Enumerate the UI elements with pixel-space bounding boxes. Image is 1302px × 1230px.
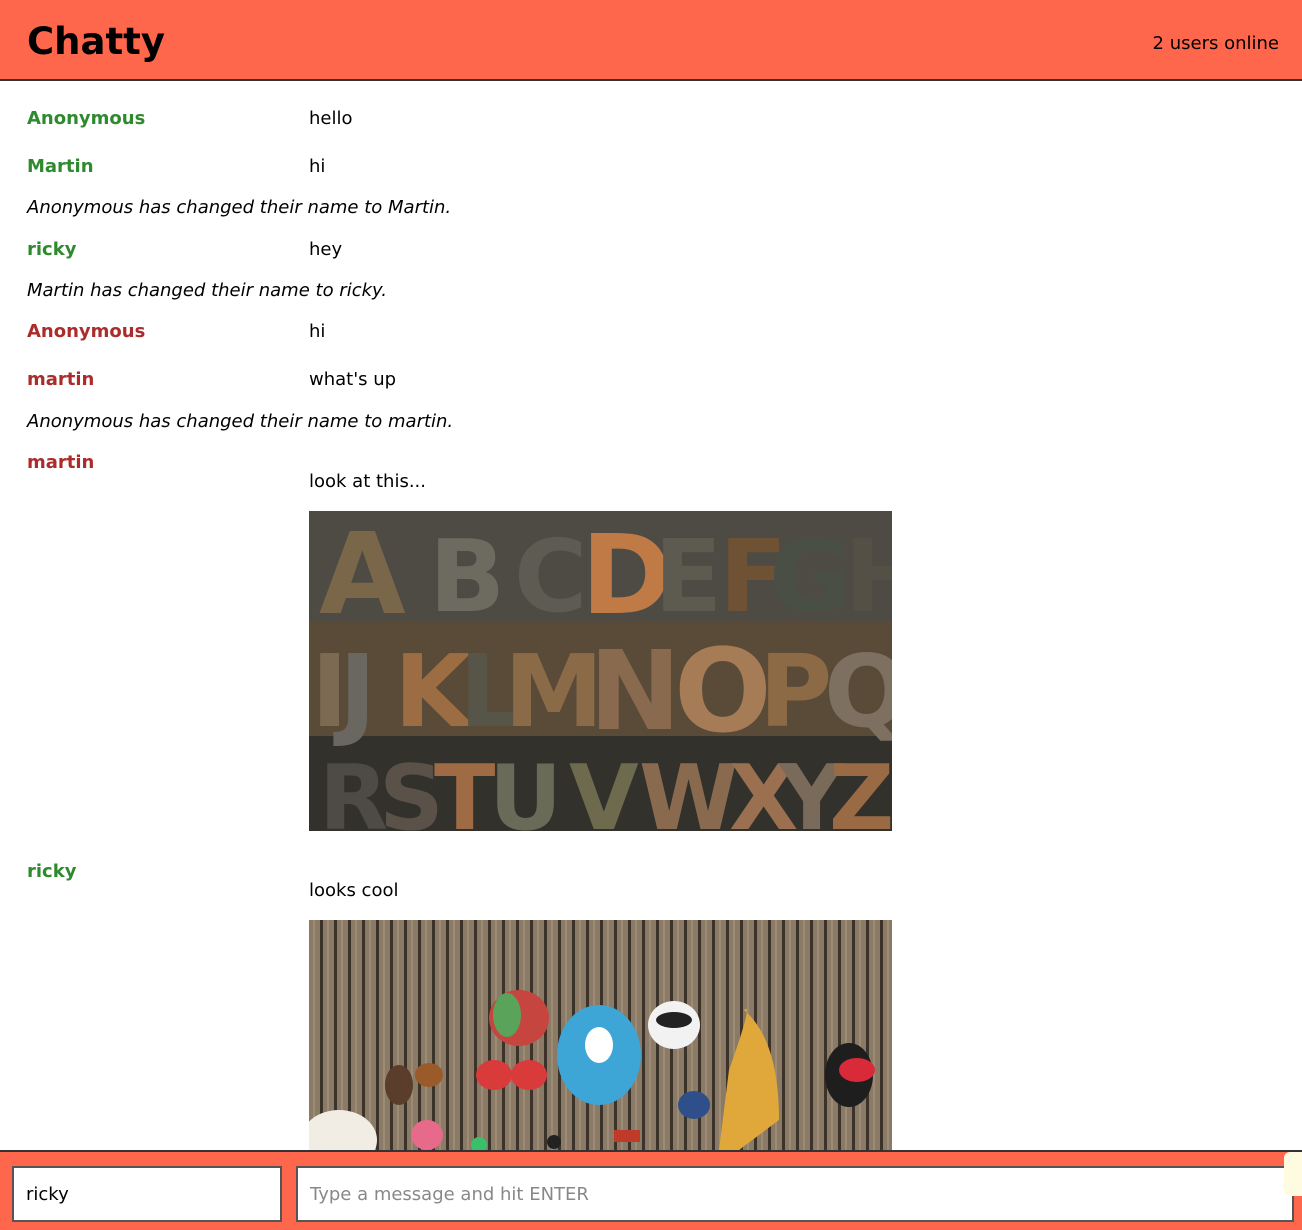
message-content: hey <box>309 239 343 260</box>
message-image-letterpress[interactable]: A B C D E F G H I J K L M N O P Q R S T … <box>309 511 892 831</box>
chat-bar <box>0 1150 1302 1230</box>
svg-text:W: W <box>639 746 738 831</box>
message-username: martin <box>27 369 95 390</box>
svg-text:V: V <box>569 746 639 831</box>
message-content: look at this... <box>309 471 426 492</box>
app-title: Chatty <box>27 20 165 63</box>
username-input[interactable] <box>12 1166 282 1222</box>
svg-text:Z: Z <box>829 746 892 831</box>
toys-on-deck-image <box>309 920 892 1150</box>
system-message: Anonymous has changed their name to mart… <box>27 411 454 432</box>
message-content: hi <box>309 321 326 342</box>
navbar: Chatty 2 users online <box>0 0 1302 81</box>
message-username: martin <box>27 452 95 473</box>
message-content: hi <box>309 156 326 177</box>
message-content: what's up <box>309 369 397 390</box>
svg-text:P: P <box>759 633 832 750</box>
message-image-toys[interactable] <box>309 920 892 1150</box>
system-message: Anonymous has changed their name to Mart… <box>27 197 452 218</box>
svg-text:N: N <box>589 627 681 755</box>
svg-text:O: O <box>674 625 772 759</box>
svg-text:C: C <box>514 518 587 635</box>
message-username: Anonymous <box>27 108 146 129</box>
letterpress-alphabet-image: A B C D E F G H I J K L M N O P Q R S T … <box>309 511 892 831</box>
svg-text:R: R <box>319 746 388 831</box>
message-input[interactable] <box>296 1166 1294 1222</box>
svg-text:Q: Q <box>824 633 892 750</box>
message-username: ricky <box>27 861 77 882</box>
svg-text:J: J <box>333 633 376 750</box>
message-list: Anonymous hello Martin hi Anonymous has … <box>0 81 1302 1150</box>
system-message: Martin has changed their name to ricky. <box>27 280 387 301</box>
svg-text:G: G <box>769 518 851 635</box>
svg-text:T: T <box>434 746 495 831</box>
message-username: Martin <box>27 156 94 177</box>
message-username: ricky <box>27 239 77 260</box>
message-content: looks cool <box>309 880 399 901</box>
message-content: hello <box>309 108 353 129</box>
message-username: Anonymous <box>27 321 146 342</box>
svg-text:H: H <box>844 518 892 635</box>
side-tab-stub[interactable] <box>1284 1152 1302 1196</box>
svg-text:U: U <box>489 746 562 831</box>
svg-text:B: B <box>429 518 505 635</box>
svg-text:A: A <box>319 511 406 640</box>
users-online-count: 2 users online <box>1152 33 1279 54</box>
svg-text:E: E <box>654 518 722 635</box>
